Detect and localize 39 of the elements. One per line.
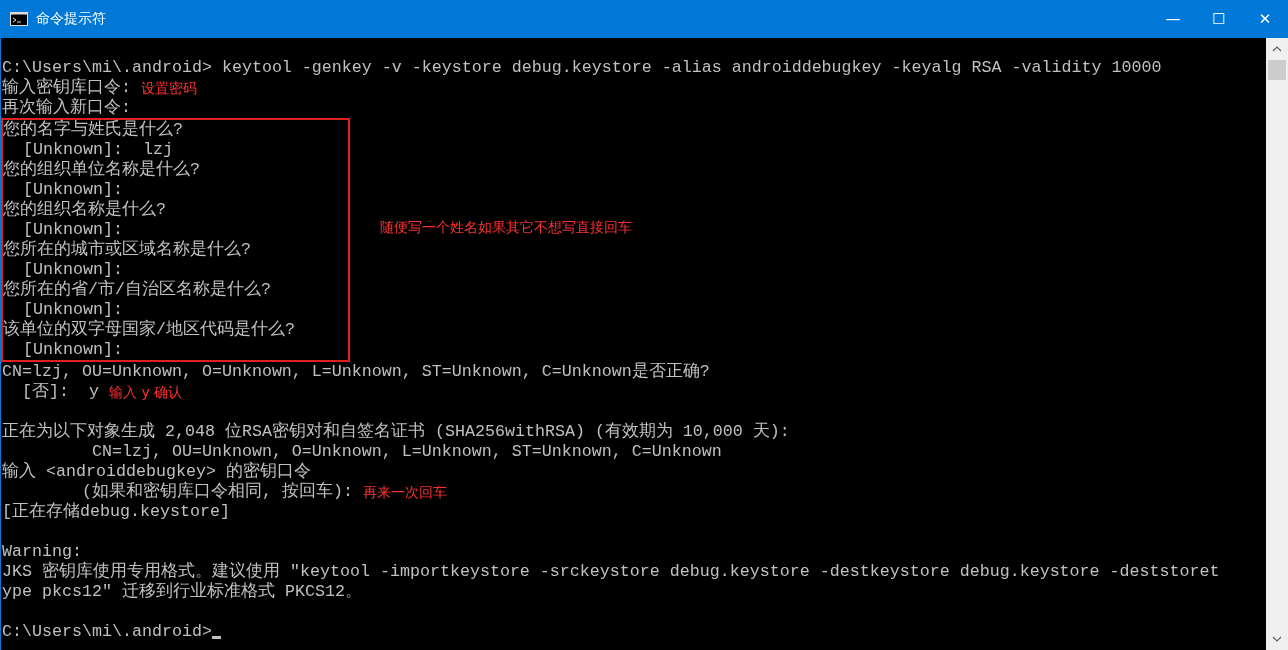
console-line: 您的名字与姓氏是什么? <box>3 120 183 140</box>
window-control-button[interactable]: — <box>1150 0 1196 38</box>
console-line: 您所在的城市或区域名称是什么? <box>3 240 251 260</box>
console-line: 您的组织名称是什么? <box>3 200 166 220</box>
annotation-note: 设置密码 <box>141 79 197 98</box>
scrollbar[interactable] <box>1266 38 1288 650</box>
annotation-note: 随便写一个姓名如果其它不想写直接回车 <box>380 219 632 237</box>
console-line: C:\Users\mi\.android> <box>2 622 212 642</box>
console-line: ype pkcs12" 迁移到行业标准格式 PKCS12。 <box>2 582 362 602</box>
console-line: [Unknown]: lzj <box>22 140 173 160</box>
console-line: 输入 <androiddebugkey> 的密钥口令 <box>2 462 311 481</box>
console-line: CN=lzj, OU=Unknown, O=Unknown, L=Unknown, ST=Unknown, C=Unknown <box>90 442 722 461</box>
console-line: 您所在的省/市/自治区名称是什么? <box>3 280 271 300</box>
console-line: CN=lzj, OU=Unknown, O=Unknown, L=Unknown, ST=Unknown, C=Unknown是否正确? <box>2 362 710 382</box>
console-line: [Unknown]: <box>22 260 123 279</box>
console-line: [Unknown]: <box>22 340 123 360</box>
window-title: 命令提示符 <box>36 10 106 28</box>
console-line: 您的组织单位名称是什么? <box>3 160 200 180</box>
annotation-note: 再来一次回车 <box>362 483 447 502</box>
console-line: [否]: y <box>21 382 99 402</box>
console-line: [Unknown]: <box>22 300 123 319</box>
scroll-up-icon[interactable] <box>1272 46 1282 52</box>
console-line: 输入密钥库口令: <box>2 78 131 98</box>
scroll-down-icon[interactable] <box>1272 636 1282 642</box>
console-line: C:\Users\mi\.android> keytool -genkey -v -keystore debug.keystore -alias androiddebugkey -keyalg RSA -validity 10000 <box>2 58 1162 77</box>
console-line: 再次输入新口令: <box>2 98 131 118</box>
console-line: [Unknown]: <box>22 180 123 200</box>
console-line: 正在为以下对象生成 2,048 位RSA密钥对和自签名证书 (SHA256withRSA) (有效期为 10,000 天): <box>2 422 790 442</box>
console-line: JKS 密钥库使用专用格式。建议使用 "keytool -importkeystore -srckeystore debug.keystore -destkeystore debug.keystore -deststoret <box>2 562 1220 582</box>
annotation-note: 输入 y 确认 <box>108 383 183 402</box>
console-line: Warning: <box>2 542 82 561</box>
window-control-button[interactable]: ✕ <box>1242 0 1288 38</box>
console-line: [Unknown]: <box>22 220 123 239</box>
console-line: 该单位的双字母国家/地区代码是什么? <box>3 320 295 340</box>
console-icon <box>10 12 28 26</box>
console-line: (如果和密钥库口令相同, 按回车): <box>80 482 353 502</box>
window-control-button[interactable]: ☐ <box>1196 0 1242 38</box>
scroll-thumb[interactable] <box>1268 60 1286 80</box>
console-line: [正在存储debug.keystore] <box>2 502 230 522</box>
